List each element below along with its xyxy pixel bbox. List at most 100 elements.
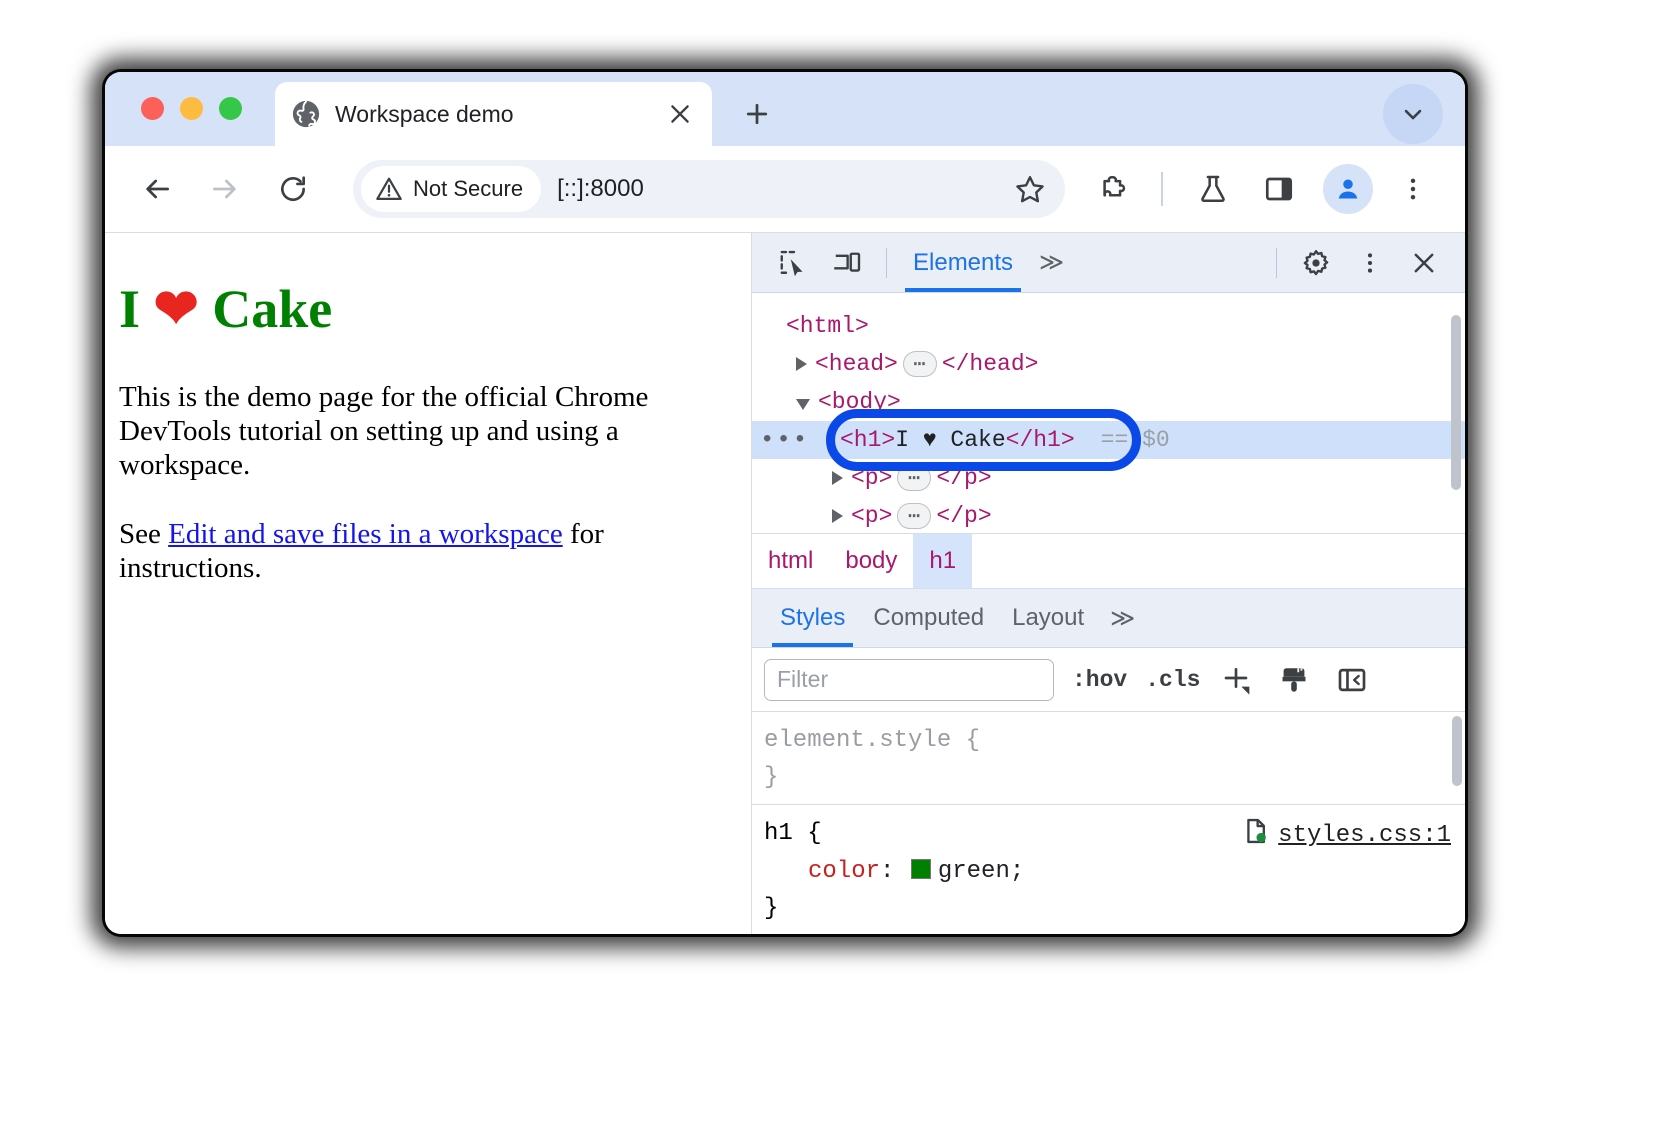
dom-row[interactable]: <body>: [752, 383, 1465, 421]
chevron-down-icon[interactable]: [1383, 84, 1443, 144]
kebab-menu-icon[interactable]: [1387, 163, 1439, 215]
paragraph-2-before: See: [119, 518, 168, 550]
browser-toolbar: Not Secure [::]:8000: [105, 146, 1465, 232]
tab-layout[interactable]: Layout: [998, 589, 1098, 647]
dom-tag-p: <p>: [851, 465, 892, 491]
url-text[interactable]: [::]:8000: [549, 175, 1007, 203]
star-icon[interactable]: [1007, 166, 1053, 212]
omnibox[interactable]: Not Secure [::]:8000: [353, 160, 1065, 218]
dom-tag-h1-open: <h1>: [840, 427, 895, 453]
page-paragraph-1: This is the demo page for the official C…: [119, 380, 725, 483]
more-panels-icon[interactable]: ≫: [1027, 248, 1076, 277]
browser-tab[interactable]: Workspace demo: [275, 82, 712, 146]
declaration-value[interactable]: green: [938, 858, 1010, 885]
dom-tree[interactable]: <html> <head> ⋯ </head> <body> ••• <h1> …: [752, 293, 1465, 533]
paintbrush-icon[interactable]: [1272, 658, 1316, 702]
dom-row[interactable]: <p> ⋯ </p>: [752, 497, 1465, 533]
tab-title: Workspace demo: [335, 101, 664, 128]
dom-selected-marker: == $0: [1101, 427, 1170, 453]
collapsed-content-icon[interactable]: ⋯: [897, 503, 931, 529]
breadcrumb: html body h1: [752, 533, 1465, 589]
globe-icon: [291, 99, 321, 129]
side-panel-icon[interactable]: [1253, 163, 1305, 215]
window-traffic-lights: [141, 97, 242, 120]
workspace-doc-link[interactable]: Edit and save files in a workspace: [168, 518, 563, 550]
dom-row[interactable]: <html>: [752, 307, 1465, 345]
tab-styles[interactable]: Styles: [766, 589, 859, 647]
close-icon[interactable]: [664, 98, 696, 130]
device-toolbar-icon[interactable]: [824, 240, 870, 286]
web-page-viewport: I ❤ Cake This is the demo page for the o…: [105, 233, 751, 934]
rule-selector: element.style {: [764, 722, 1465, 759]
rule-closing-brace: }: [764, 759, 1465, 796]
expand-arrow-icon[interactable]: [832, 471, 843, 485]
styles-scrollbar[interactable]: [1452, 716, 1462, 786]
toolbar-divider: [886, 248, 887, 278]
page-title-prefix: I: [119, 279, 154, 339]
breadcrumb-item-body[interactable]: body: [829, 534, 913, 588]
security-status-label: Not Secure: [413, 176, 523, 202]
arrow-right-icon: [199, 163, 251, 215]
toggle-sidebar-icon[interactable]: [1330, 658, 1374, 702]
expand-arrow-icon[interactable]: [796, 357, 807, 371]
gear-icon[interactable]: [1293, 240, 1339, 286]
rule-closing-brace: }: [764, 890, 1465, 927]
warning-triangle-icon: [375, 175, 403, 203]
maximize-window-button[interactable]: [219, 97, 242, 120]
cls-toggle[interactable]: .cls: [1145, 667, 1200, 693]
close-window-button[interactable]: [141, 97, 164, 120]
source-file-label[interactable]: styles.css:1: [1278, 822, 1451, 849]
arrow-left-icon[interactable]: [131, 163, 183, 215]
dom-row[interactable]: <p> ⋯ </p>: [752, 459, 1465, 497]
plus-icon[interactable]: [1214, 658, 1258, 702]
browser-window: Workspace demo: [105, 72, 1465, 934]
collapsed-content-icon[interactable]: ⋯: [903, 351, 937, 377]
collapse-arrow-icon[interactable]: [796, 399, 810, 410]
page-title: I ❤ Cake: [119, 277, 725, 340]
dom-row[interactable]: <head> ⋯ </head>: [752, 345, 1465, 383]
extensions-puzzle-icon[interactable]: [1089, 163, 1141, 215]
reload-icon[interactable]: [267, 163, 319, 215]
dom-tag-body: <body>: [818, 389, 901, 415]
minimize-window-button[interactable]: [180, 97, 203, 120]
security-status-chip[interactable]: Not Secure: [361, 166, 541, 212]
style-rule-element-style[interactable]: element.style { }: [752, 712, 1465, 805]
devtools-panel: Elements ≫: [751, 233, 1465, 934]
kebab-menu-icon[interactable]: [1347, 240, 1393, 286]
dom-tag-p-close: </p>: [936, 503, 991, 529]
dom-text-h1: I ♥ Cake: [895, 427, 1005, 453]
styles-pane-tabs: Styles Computed Layout ≫: [752, 589, 1465, 648]
toolbar-divider: [1161, 172, 1163, 206]
dom-tag-html: <html>: [786, 313, 869, 339]
new-tab-button[interactable]: [735, 92, 779, 136]
filter-input[interactable]: [764, 659, 1054, 701]
dom-row-selected[interactable]: ••• <h1> I ♥ Cake </h1> == $0: [752, 421, 1465, 459]
file-mapped-icon: [1242, 817, 1270, 853]
dom-tag-h1-close: </h1>: [1006, 427, 1075, 453]
inspect-element-icon[interactable]: [770, 240, 816, 286]
styles-rules-list[interactable]: element.style { } h1 { color: green; }: [752, 712, 1465, 934]
row-actions-icon[interactable]: •••: [760, 427, 809, 454]
tab-elements[interactable]: Elements: [899, 234, 1027, 292]
hov-toggle[interactable]: :hov: [1072, 667, 1127, 693]
collapsed-content-icon[interactable]: ⋯: [897, 465, 931, 491]
breadcrumb-item-h1[interactable]: h1: [913, 534, 972, 588]
breadcrumb-item-html[interactable]: html: [752, 534, 829, 588]
style-rule-h1[interactable]: h1 { color: green; } style: [752, 805, 1465, 934]
dom-tag-p: <p>: [851, 503, 892, 529]
dom-tree-scrollbar[interactable]: [1451, 315, 1461, 490]
color-swatch[interactable]: [911, 859, 931, 879]
expand-arrow-icon[interactable]: [832, 509, 843, 523]
tab-strip: Workspace demo: [105, 72, 1465, 146]
more-styles-tabs-icon[interactable]: ≫: [1098, 604, 1147, 633]
style-source-link[interactable]: styles.css:1: [1242, 817, 1451, 853]
experiments-flask-icon[interactable]: [1187, 163, 1239, 215]
page-title-suffix: Cake: [199, 279, 333, 339]
tab-computed[interactable]: Computed: [859, 589, 998, 647]
profile-avatar-icon[interactable]: [1323, 164, 1373, 214]
close-icon[interactable]: [1401, 240, 1447, 286]
page-paragraph-2: See Edit and save files in a workspace f…: [119, 517, 725, 585]
rule-declaration[interactable]: color: green;: [764, 853, 1465, 890]
devtools-toolbar: Elements ≫: [752, 233, 1465, 293]
declaration-property[interactable]: color: [808, 858, 880, 885]
